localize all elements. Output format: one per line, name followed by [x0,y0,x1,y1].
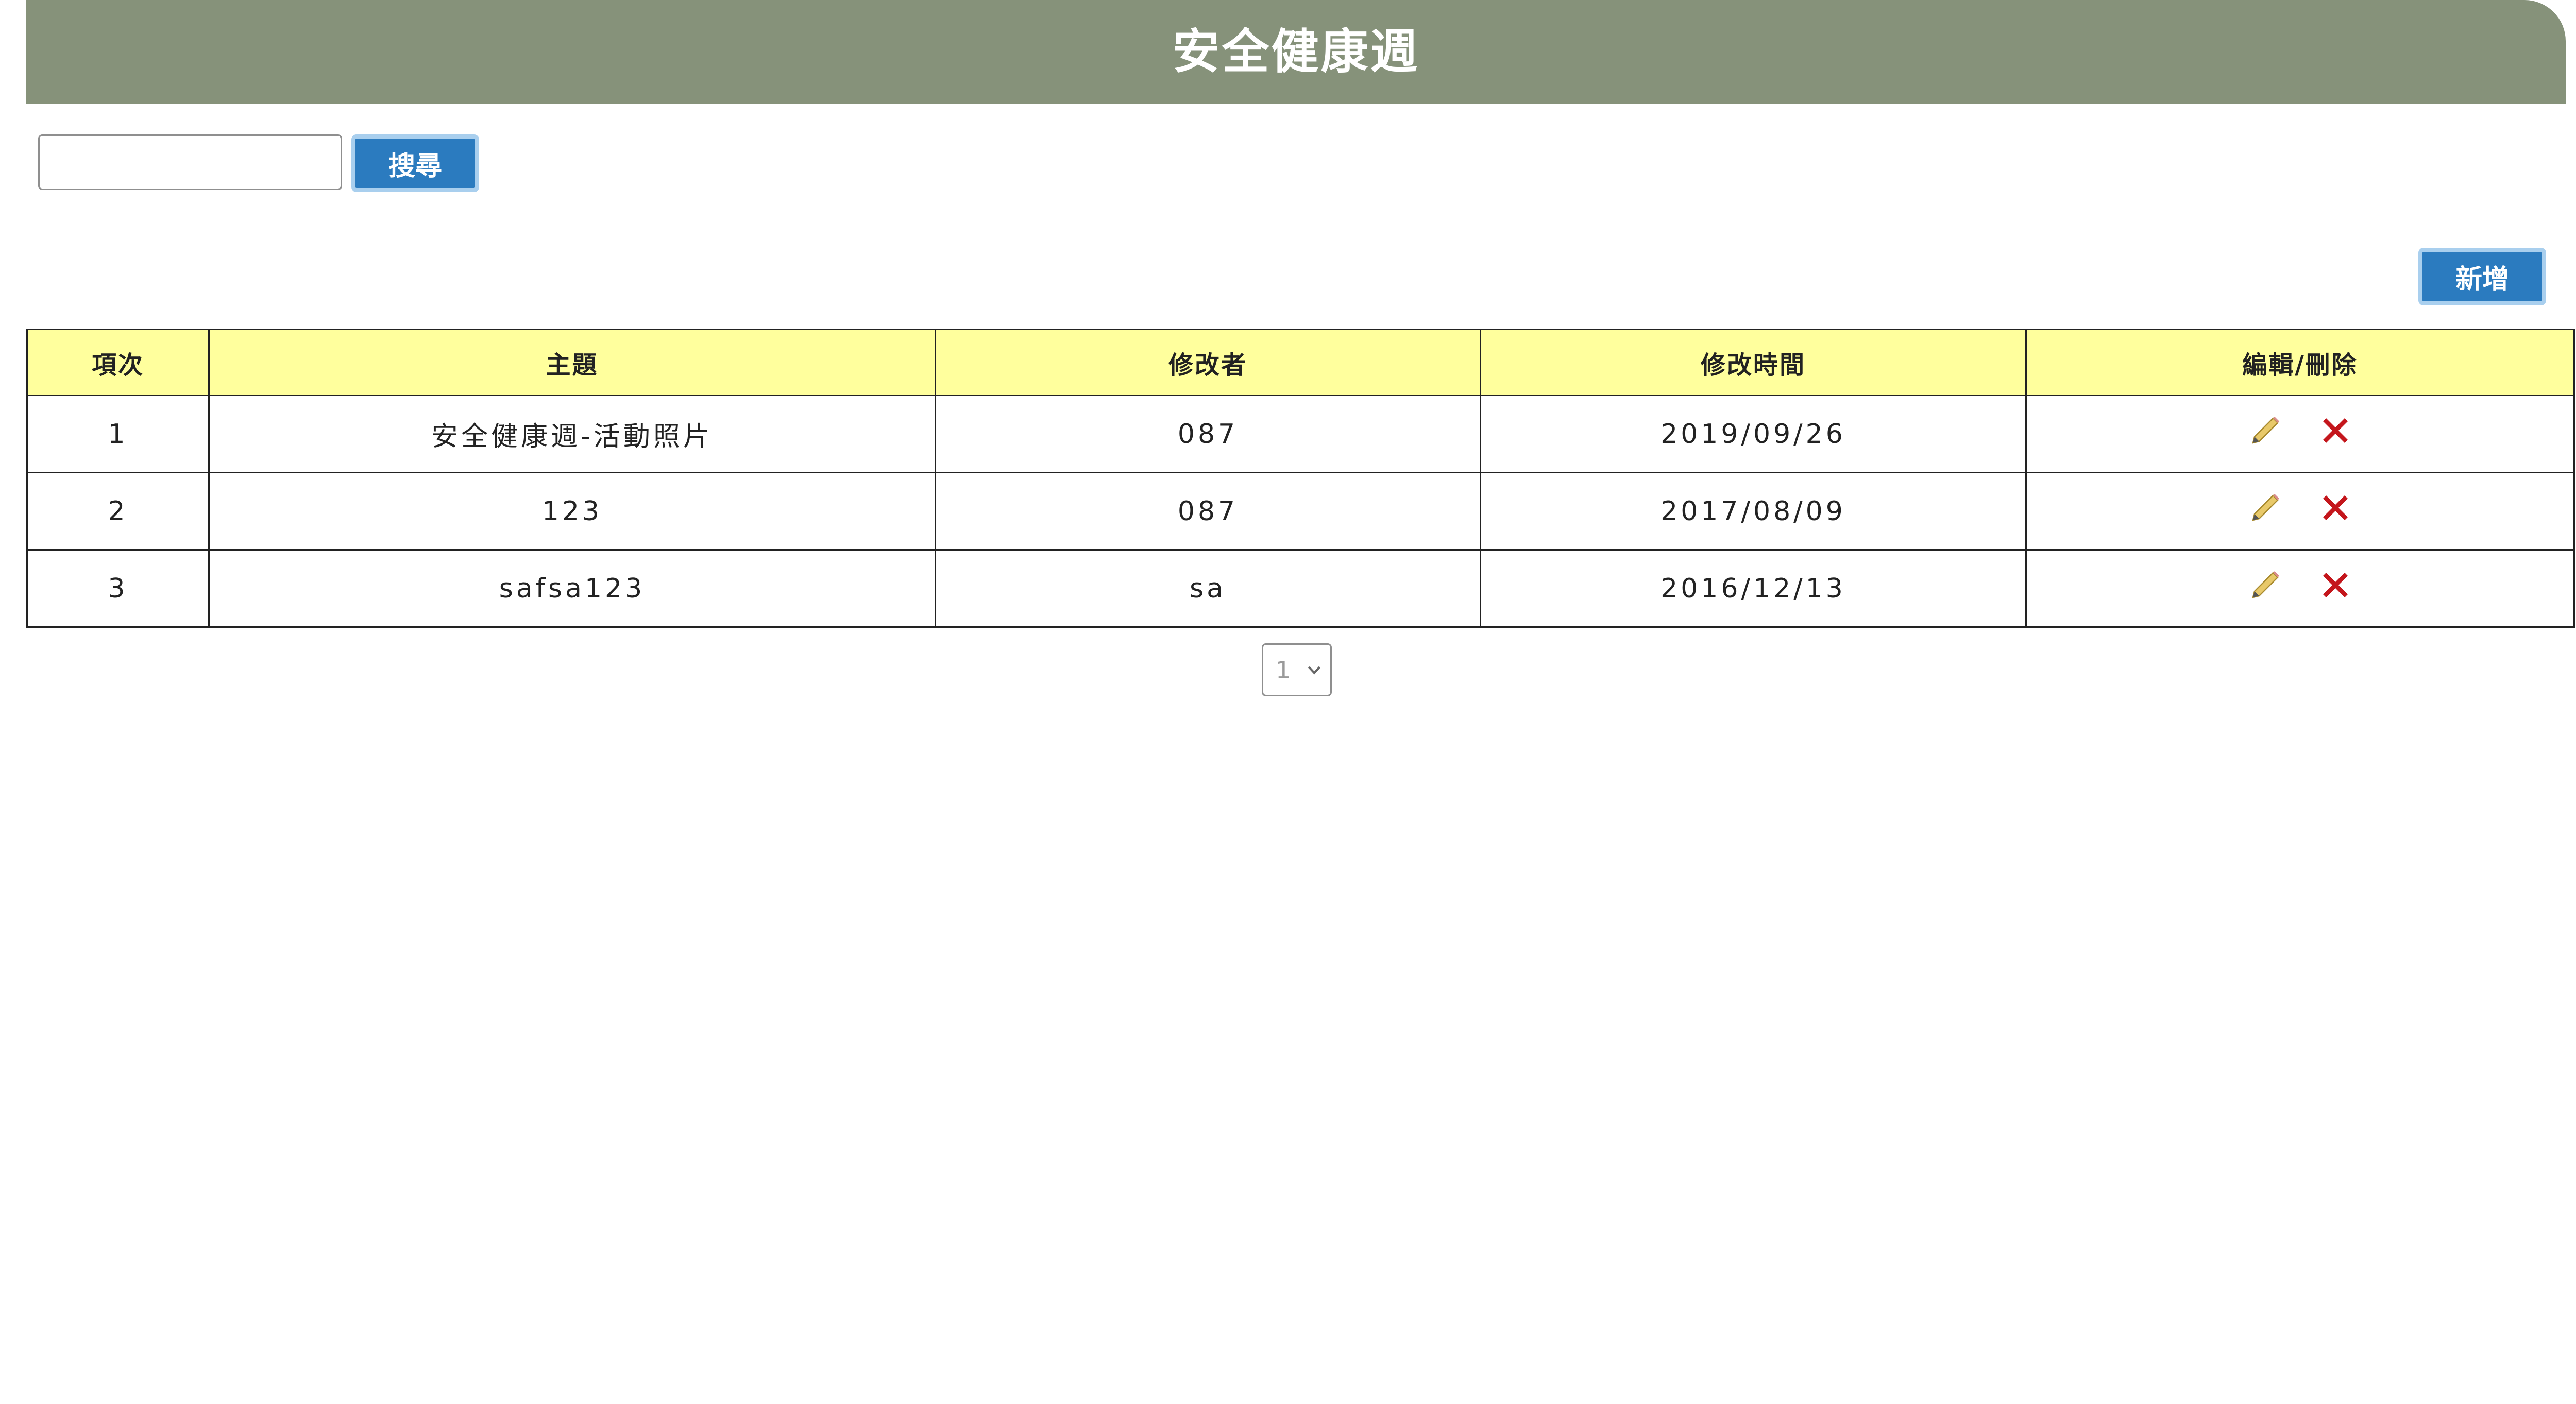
cell-no: 3 [26,549,210,628]
table-row: 2 123 087 2017/08/09 [26,472,2575,551]
cell-editor: sa [935,549,1481,628]
column-header-modified-time: 修改時間 [1480,329,2027,396]
pencil-icon[interactable] [2247,489,2284,526]
row-actions [2247,489,2354,526]
cell-subject: safsa123 [208,549,936,628]
delete-x-icon[interactable] [2317,567,2354,604]
pencil-icon[interactable] [2247,412,2284,449]
page-title: 安全健康週 [1172,24,1420,79]
cell-actions [2025,472,2575,551]
cell-subject: 123 [208,472,936,551]
page-header: 安全健康週 [26,0,2566,104]
page-select-value: 1 [1276,656,1291,684]
column-header-subject: 主題 [208,329,936,396]
cell-no: 2 [26,472,210,551]
cell-editor: 087 [935,472,1481,551]
cell-modified-time: 2016/12/13 [1480,549,2027,628]
cell-actions [2025,549,2575,628]
add-button[interactable]: 新增 [2418,248,2546,305]
column-header-editor: 修改者 [935,329,1481,396]
records-table: 項次 主題 修改者 修改時間 編輯/刪除 1 安全健康週-活動照片 087 20… [26,329,2575,628]
cell-editor: 087 [935,395,1481,473]
table-header-row: 項次 主題 修改者 修改時間 編輯/刪除 [26,329,2575,396]
row-actions [2247,412,2354,449]
row-actions [2247,567,2354,604]
table-row: 1 安全健康週-活動照片 087 2019/09/26 [26,395,2575,473]
delete-x-icon[interactable] [2317,412,2354,449]
pencil-icon[interactable] [2247,567,2284,604]
cell-subject: 安全健康週-活動照片 [208,395,936,473]
chevron-down-icon [1307,662,1322,678]
column-header-actions: 編輯/刪除 [2025,329,2575,396]
search-input[interactable] [38,134,342,190]
column-header-no: 項次 [26,329,210,396]
cell-modified-time: 2017/08/09 [1480,472,2027,551]
search-button[interactable]: 搜尋 [351,134,479,192]
delete-x-icon[interactable] [2317,489,2354,526]
cell-no: 1 [26,395,210,473]
table-row: 3 safsa123 sa 2016/12/13 [26,549,2575,628]
cell-actions [2025,395,2575,473]
page-select[interactable]: 1 [1262,643,1332,696]
cell-modified-time: 2019/09/26 [1480,395,2027,473]
